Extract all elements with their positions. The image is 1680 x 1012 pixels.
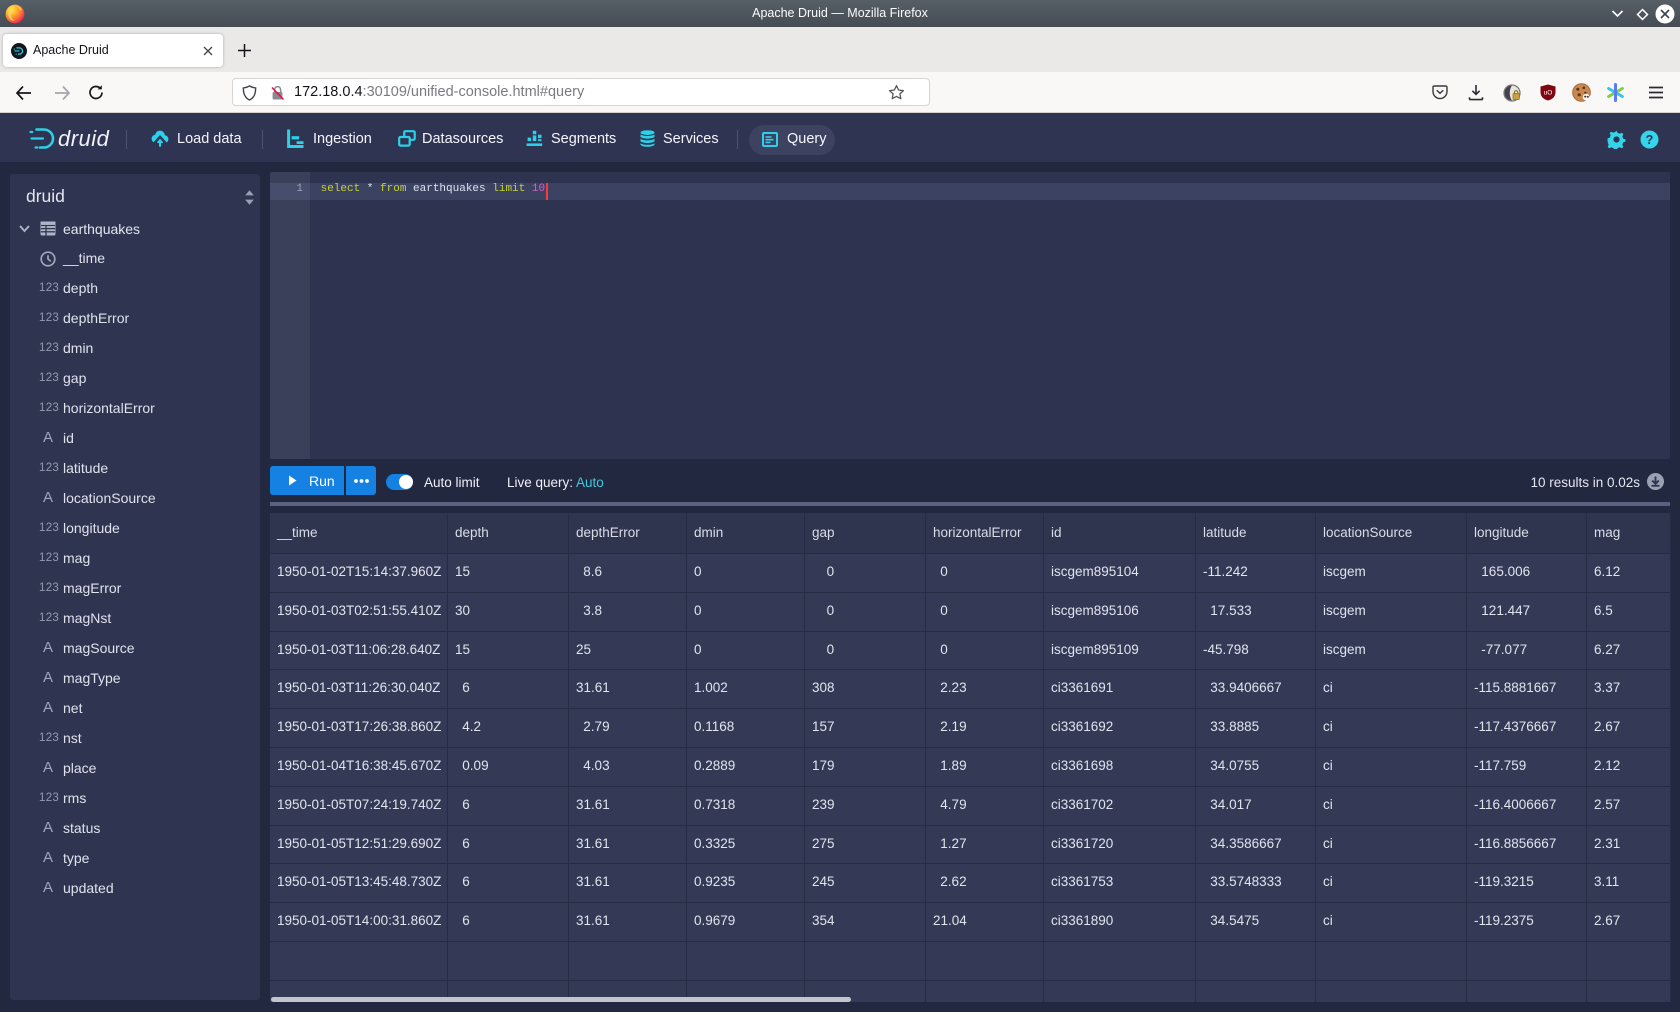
svg-text:?: ?: [1646, 133, 1654, 147]
svg-text:uO: uO: [1544, 90, 1553, 97]
